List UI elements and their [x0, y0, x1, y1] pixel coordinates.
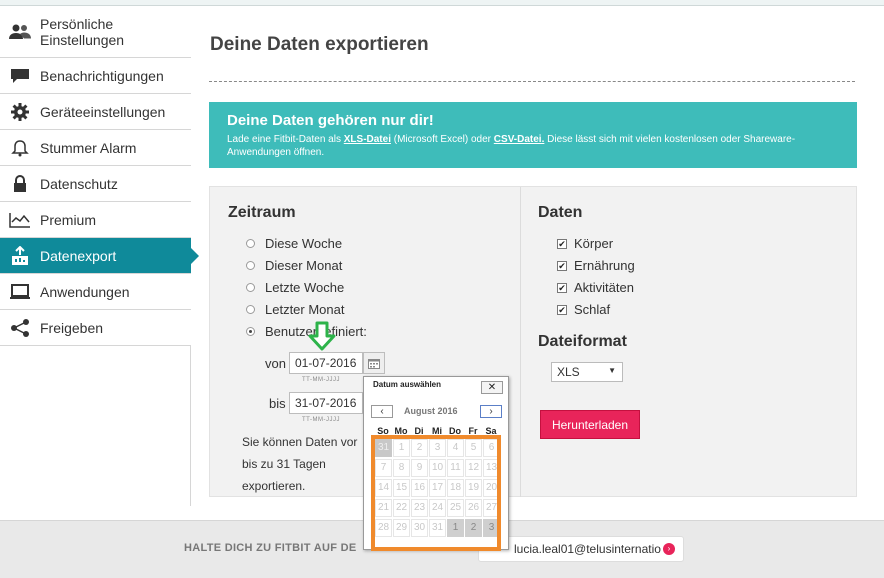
- close-icon[interactable]: ✕: [481, 381, 503, 394]
- radio-button[interactable]: [246, 239, 255, 248]
- xls-link[interactable]: XLS-Datei: [344, 134, 391, 145]
- checkbox-label: Schlaf: [574, 302, 611, 317]
- note-line: bis zu 31 Tagen: [242, 457, 326, 471]
- file-format-select[interactable]: XLS ▼: [551, 362, 623, 382]
- sidebar-item-label: Stummer Alarm: [40, 139, 137, 156]
- checkbox-activities[interactable]: ✔ Aktivitäten: [557, 280, 634, 295]
- checkbox[interactable]: ✔: [557, 238, 567, 249]
- checkbox[interactable]: ✔: [557, 304, 567, 315]
- download-button[interactable]: Herunterladen: [540, 410, 640, 439]
- annotation-arrow-icon: [306, 320, 338, 357]
- checkbox-label: Aktivitäten: [574, 280, 634, 295]
- bis-label: bis: [269, 396, 286, 411]
- panel-divider: [520, 187, 521, 497]
- sidebar-item-label: Benachrichtigungen: [40, 67, 164, 84]
- checkbox-sleep[interactable]: ✔ Schlaf: [557, 302, 610, 317]
- checkbox-label: Körper: [574, 236, 614, 251]
- sidebar-item-silent-alarm[interactable]: Stummer Alarm: [0, 130, 191, 166]
- radio-button[interactable]: [246, 327, 255, 336]
- note-line: exportieren.: [242, 479, 306, 493]
- radio-this-month[interactable]: Dieser Monat: [246, 258, 342, 273]
- sidebar-item-premium[interactable]: Premium: [0, 202, 191, 238]
- checkbox-label: Ernährung: [574, 258, 635, 273]
- export-icon: [0, 245, 40, 266]
- date-range-note: Sie können Daten vor bis zu 31 Tagen exp…: [242, 431, 372, 497]
- radio-label: Letzte Woche: [265, 280, 345, 295]
- start-date-calendar-button[interactable]: [363, 352, 385, 374]
- gear-icon: [0, 102, 40, 121]
- laptop-icon: [0, 283, 40, 300]
- von-label: von: [265, 356, 286, 371]
- annotation-highlight-box: [371, 435, 501, 551]
- file-format-value: XLS: [557, 365, 580, 379]
- radio-button[interactable]: [246, 283, 255, 292]
- speech-bubble-icon: [0, 68, 40, 84]
- radio-last-month[interactable]: Letzter Monat: [246, 302, 345, 317]
- banner-text-before: Lade eine Fitbit-Daten als: [227, 134, 341, 145]
- sidebar-item-label: Geräteeinstellungen: [40, 103, 166, 120]
- info-banner: Deine Daten gehören nur dir! Lade eine F…: [209, 102, 857, 168]
- sidebar: Persönliche Einstellungen Benachrichtigu…: [0, 6, 199, 506]
- datepicker-month: August 2016: [404, 406, 458, 416]
- checkbox[interactable]: ✔: [557, 260, 567, 271]
- sidebar-item-label: Premium: [40, 211, 97, 228]
- bell-icon: [0, 139, 40, 157]
- radio-button[interactable]: [246, 305, 255, 314]
- footer-newsletter-text: HALTE DICH ZU FITBIT AUF DE: [184, 542, 357, 554]
- sidebar-item-personal-settings[interactable]: Persönliche Einstellungen: [0, 6, 191, 58]
- divider: [209, 81, 855, 82]
- file-format-title: Dateiformat: [538, 333, 627, 350]
- page-title: Deine Daten exportieren: [210, 34, 429, 55]
- chart-line-icon: [0, 212, 40, 228]
- radio-label: Letzter Monat: [265, 302, 345, 317]
- next-month-button[interactable]: ›: [480, 405, 502, 418]
- calendar-icon: [368, 358, 380, 369]
- banner-text-mid: (Microsoft Excel) oder: [393, 134, 492, 145]
- end-date-field[interactable]: 31-07-2016: [289, 392, 363, 414]
- sidebar-item-label: Anwendungen: [40, 283, 130, 300]
- start-date-format-hint: TT-MM-JJJJ: [302, 377, 340, 383]
- banner-title: Deine Daten gehören nur dir!: [227, 112, 434, 129]
- zeitraum-title: Zeitraum: [228, 204, 296, 221]
- checkbox-nutrition[interactable]: ✔ Ernährung: [557, 258, 635, 273]
- share-icon: [0, 318, 40, 337]
- sidebar-item-applications[interactable]: Anwendungen: [0, 274, 191, 310]
- radio-this-week[interactable]: Diese Woche: [246, 236, 342, 251]
- chevron-down-icon: ▼: [608, 366, 616, 375]
- sidebar-item-label: Persönliche Einstellungen: [40, 15, 125, 48]
- sidebar-item-device-settings[interactable]: Geräteeinstellungen: [0, 94, 191, 130]
- daten-title: Daten: [538, 204, 583, 221]
- users-icon: [0, 24, 40, 40]
- sidebar-item-privacy[interactable]: Datenschutz: [0, 166, 191, 202]
- sidebar-item-notifications[interactable]: Benachrichtigungen: [0, 58, 191, 94]
- checkbox[interactable]: ✔: [557, 282, 567, 293]
- radio-label: Diese Woche: [265, 236, 343, 251]
- main-content: Deine Daten exportieren Deine Daten gehö…: [191, 6, 884, 520]
- sidebar-item-label: Datenexport: [40, 247, 117, 264]
- sidebar-item-share[interactable]: Freigeben: [0, 310, 191, 346]
- submit-arrow-icon[interactable]: ›: [663, 543, 675, 555]
- checkbox-body[interactable]: ✔ Körper: [557, 236, 613, 251]
- sidebar-item-label: Freigeben: [40, 319, 104, 336]
- datepicker-header: Datum auswählen: [373, 380, 442, 389]
- radio-button[interactable]: [246, 261, 255, 270]
- end-date-format-hint: TT-MM-JJJJ: [302, 417, 340, 423]
- lock-icon: [0, 174, 40, 193]
- previous-month-button[interactable]: ‹: [371, 405, 393, 418]
- sidebar-item-data-export[interactable]: Datenexport: [0, 238, 199, 274]
- note-line: Sie können Daten vor: [242, 435, 358, 449]
- radio-label: Dieser Monat: [265, 258, 343, 273]
- banner-text: Lade eine Fitbit-Daten als XLS-Datei (Mi…: [227, 133, 827, 159]
- sidebar-item-label: Datenschutz: [40, 175, 118, 192]
- radio-last-week[interactable]: Letzte Woche: [246, 280, 344, 295]
- csv-link[interactable]: CSV-Datei.: [494, 134, 545, 145]
